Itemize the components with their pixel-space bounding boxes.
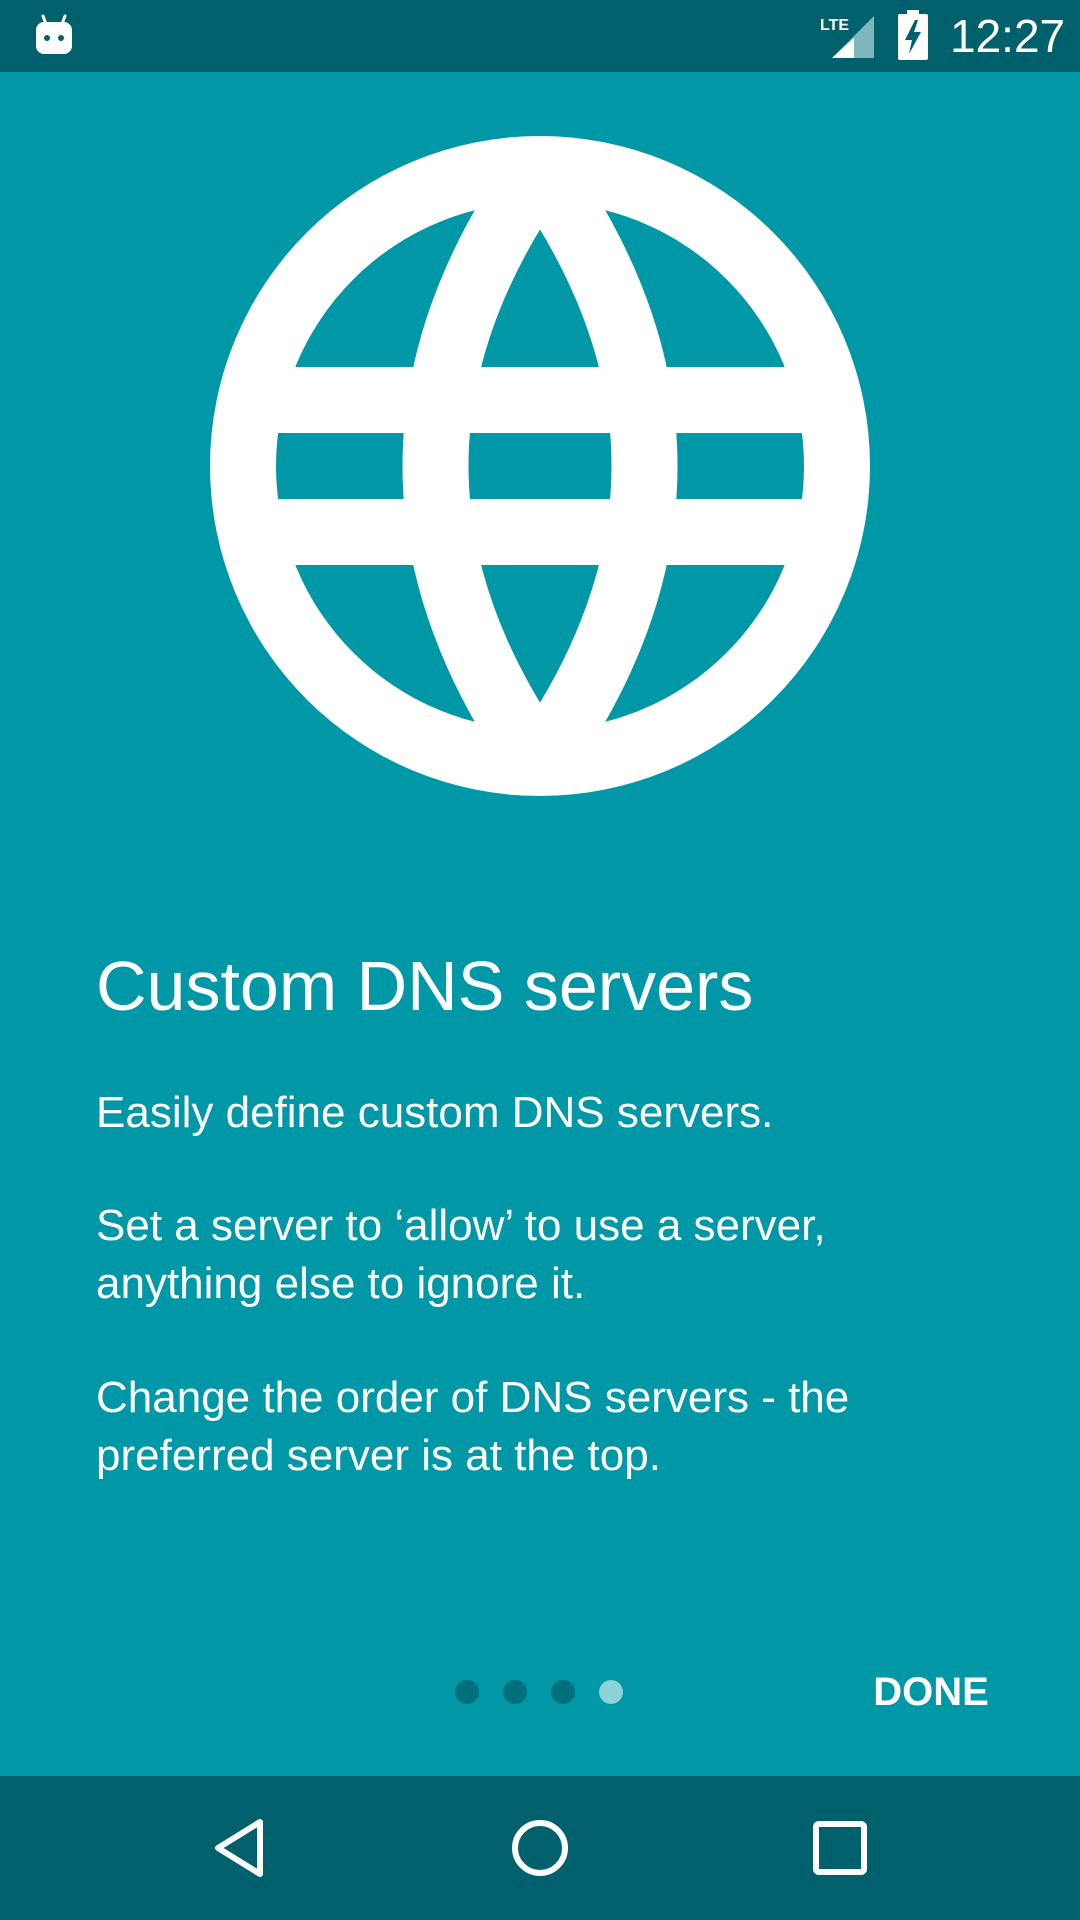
- back-button[interactable]: [200, 1808, 280, 1888]
- page-dot-4-active[interactable]: [599, 1680, 623, 1704]
- page-dot-2[interactable]: [503, 1680, 527, 1704]
- network-label: LTE: [820, 17, 849, 34]
- status-time: 12:27: [950, 10, 1066, 62]
- page-dot-3[interactable]: [551, 1680, 575, 1704]
- description-paragraph: Set a server to ‘allow’ to use a server,…: [96, 1201, 826, 1308]
- description-paragraph: Change the order of DNS servers - the pr…: [96, 1373, 850, 1480]
- intro-screen: LTE 12:27 Custom DNS servers Easily defi…: [0, 0, 1080, 1920]
- recents-icon: [813, 1821, 867, 1875]
- done-button[interactable]: DONE: [846, 1656, 1016, 1728]
- home-icon: [512, 1820, 568, 1876]
- page-dot-1[interactable]: [455, 1680, 479, 1704]
- globe-icon: [210, 136, 870, 796]
- page-title: Custom DNS servers: [96, 947, 754, 1025]
- status-bar: LTE 12:27: [0, 0, 1080, 72]
- android-head-icon: [36, 14, 72, 54]
- back-icon: [215, 1819, 263, 1877]
- description-paragraph: Easily define custom DNS servers.: [96, 1088, 774, 1137]
- recents-button[interactable]: [800, 1808, 880, 1888]
- home-button[interactable]: [500, 1808, 580, 1888]
- navigation-bar: [0, 1776, 1080, 1920]
- signal-icon: LTE: [820, 16, 874, 58]
- battery-charging-icon: [898, 10, 928, 60]
- page-indicator: [455, 1680, 623, 1704]
